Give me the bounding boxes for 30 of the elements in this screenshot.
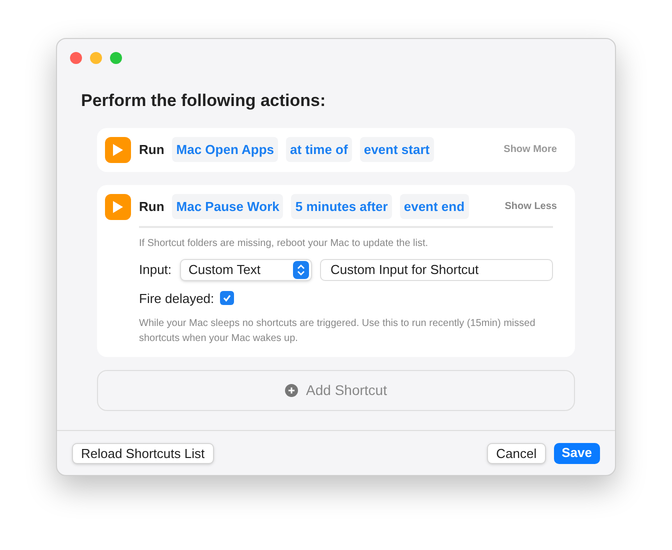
plus-icon [285,384,298,397]
token-button[interactable]: Mac Pause Work [172,194,284,220]
section-heading: Perform the following actions: [81,90,327,112]
close-button[interactable] [70,52,82,64]
token-button[interactable]: event end [400,194,469,220]
fire-delayed-label: Fire delayed: [139,290,214,308]
cancel-button[interactable]: Cancel [487,442,546,464]
toggle-link[interactable]: Show Less [504,199,557,214]
toggle-link[interactable]: Show More [504,142,557,157]
stepper-icon [292,260,309,278]
run-label: Run [139,198,164,216]
fire-delayed-checkbox[interactable] [220,291,234,306]
input-label: Input: [139,260,172,279]
hint-text: If Shortcut folders are missing, reboot your Mac to update the list. [139,236,430,250]
token-button[interactable]: 5 minutes after [291,194,392,220]
token-button[interactable]: Mac Open Apps [172,136,278,162]
zoom-button[interactable] [110,52,122,64]
minimize-button[interactable] [90,52,102,64]
save-button[interactable]: Save [554,442,600,464]
input-type-select[interactable]: Custom Text [180,258,312,280]
token-button[interactable]: at time of [286,136,352,162]
input-field[interactable]: Custom Input for Shortcut [320,258,553,280]
run-label: Run [139,140,164,159]
add-shortcut-button[interactable]: Add Shortcut [97,370,575,411]
fire-delayed-hint: While your Mac sleeps no shortcuts are triggered. Use this to run recently (15min) missed shortcuts when your Mac wakes up. [139,317,536,346]
checkmark-icon [222,293,232,304]
reload-button[interactable]: Reload Shortcuts List [72,442,214,464]
play-icon [105,194,131,220]
token-button[interactable]: event start [360,136,434,162]
play-icon [105,136,131,162]
